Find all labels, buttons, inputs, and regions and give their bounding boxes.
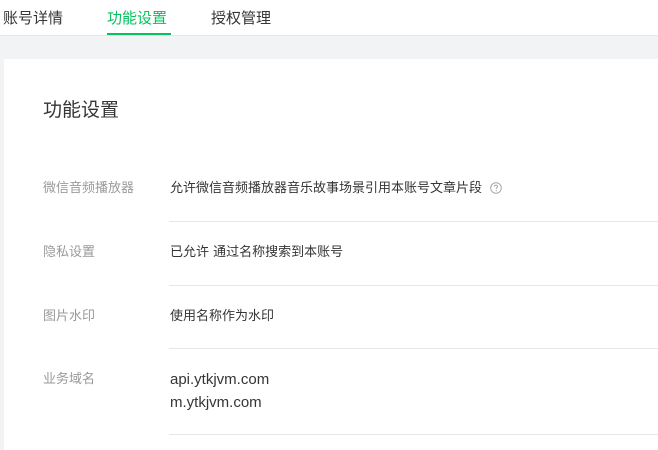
settings-panel: 功能设置 微信音频播放器 允许微信音频播放器音乐故事场景引用本账号文章片段 隐私… — [4, 59, 658, 450]
business-domain-1: api.ytkjvm.com — [170, 371, 270, 388]
active-tab-indicator — [107, 33, 171, 35]
help-circle-icon[interactable] — [490, 181, 502, 194]
privacy-value: 已允许 通过名称搜索到本账号 — [170, 245, 344, 260]
row-divider — [169, 285, 658, 286]
business-domain-label: 业务域名 — [43, 372, 96, 387]
watermark-label: 图片水印 — [43, 309, 96, 324]
audio-player-label: 微信音频播放器 — [43, 181, 135, 196]
tab-authorization-management[interactable]: 授权管理 — [211, 8, 271, 28]
audio-player-value: 允许微信音频播放器音乐故事场景引用本账号文章片段 — [170, 181, 483, 196]
audio-player-setting: 允许微信音频播放器音乐故事场景引用本账号文章片段 — [170, 180, 502, 198]
tab-account-details[interactable]: 账号详情 — [3, 8, 63, 28]
business-domain-2: m.ytkjvm.com — [170, 394, 262, 411]
top-tab-bar: 账号详情 功能设置 授权管理 — [0, 0, 658, 36]
watermark-value: 使用名称作为水印 — [170, 309, 275, 324]
panel-title: 功能设置 — [43, 99, 120, 121]
row-divider — [169, 434, 658, 435]
tab-feature-settings[interactable]: 功能设置 — [107, 8, 167, 28]
row-divider — [169, 221, 658, 222]
row-divider — [169, 348, 658, 349]
privacy-label: 隐私设置 — [43, 245, 96, 260]
